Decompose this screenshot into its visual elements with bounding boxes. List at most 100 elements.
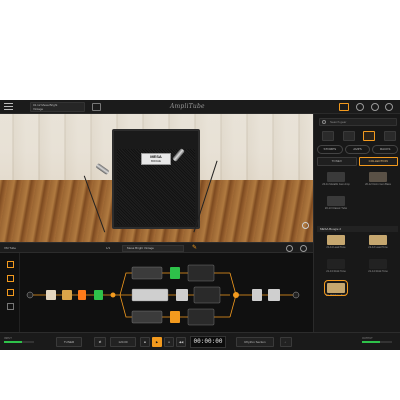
preset-name-line2: Vintage <box>33 106 44 111</box>
preset-thumbnail <box>327 259 345 269</box>
preset-thumbnail <box>327 235 345 245</box>
category-racks-icon[interactable] <box>383 131 396 141</box>
preset-card[interactable]: 20-11 Metallic Gen Amp <box>317 172 355 194</box>
tab-collection[interactable]: COLLECTION <box>358 157 398 166</box>
section-header[interactable]: MESA Boogie 2 <box>317 226 398 232</box>
io-settings-icon[interactable] <box>300 245 307 252</box>
search-placeholder: Search gear <box>330 120 347 124</box>
filter-racks[interactable]: RACKS <box>372 145 399 154</box>
output-node[interactable] <box>292 291 300 299</box>
mixer-node[interactable] <box>233 292 239 298</box>
stomp-pedal-2[interactable] <box>62 290 72 300</box>
gear-browser: Search gear STOMPS AMPS RACKS TONEX COLL… <box>313 114 400 332</box>
signal-preset-name[interactable]: Mesa Bright Vintage <box>122 245 184 252</box>
amp-top[interactable] <box>131 266 163 280</box>
stomp-icon[interactable] <box>7 275 14 282</box>
preset-thumbnail <box>324 280 348 296</box>
signal-path-sidebar <box>0 253 20 332</box>
transport-bar: INPUT TUNER ⇄ 120.00 ■ ▶ ● ◀◀ 00:00:00 R… <box>0 332 400 350</box>
amp-bottom[interactable] <box>131 310 163 324</box>
cab-top[interactable] <box>187 264 215 282</box>
split-node[interactable] <box>110 292 116 298</box>
amplitube-window: 01.12 Mesa Bright Vintage AmpliTube MESA… <box>0 100 400 350</box>
chain-index: 1/1 <box>106 246 111 250</box>
output-level-bar <box>362 341 392 343</box>
top-bar: 01.12 Mesa Bright Vintage AmpliTube <box>0 100 400 114</box>
cab-icon[interactable] <box>7 303 14 310</box>
help-icon[interactable] <box>371 103 379 111</box>
record-icon[interactable]: ● <box>164 337 174 347</box>
input-node[interactable] <box>26 291 34 299</box>
mesa-badge: MESA BOOGIE <box>141 153 171 165</box>
search-input[interactable]: Search gear <box>319 118 397 126</box>
output-meter[interactable]: OUTPUT <box>362 337 392 347</box>
category-amps-icon[interactable] <box>342 131 355 141</box>
room-control-icon[interactable] <box>302 222 309 229</box>
loop-icon[interactable]: ⇄ <box>94 337 106 347</box>
preset-card[interactable]: 21-13 Rock Tone <box>317 259 355 281</box>
cab-middle[interactable] <box>193 286 221 304</box>
preset-card-name: 20-12 Dorm Gen Bass <box>365 183 391 186</box>
gear-icon[interactable] <box>286 245 293 252</box>
signal-path-header: VM Tube 1/1 Mesa Bright Vintage ✎ <box>0 242 313 253</box>
preset-card[interactable]: 20-13 Classic Tube <box>317 196 355 218</box>
preset-card-name: 21-11 Lead Tone <box>326 246 346 249</box>
pencil-icon[interactable]: ✎ <box>192 245 199 252</box>
preset-thumbnail <box>327 172 345 182</box>
preset-card-selected[interactable]: 21-15 Mesa Tone <box>317 280 355 305</box>
filter-row: STOMPS AMPS RACKS <box>317 145 399 154</box>
preset-thumbnail <box>327 196 345 206</box>
preset-selector[interactable]: 01.12 Mesa Bright Vintage <box>30 102 85 112</box>
account-icon[interactable] <box>356 103 364 111</box>
metronome-icon[interactable]: ♩ <box>280 337 292 347</box>
record-mode-select[interactable]: Rhythm Section <box>236 337 274 347</box>
amp-icon[interactable] <box>7 289 14 296</box>
app-logo: AmpliTube <box>170 103 205 110</box>
filter-stomps[interactable]: STOMPS <box>317 145 343 154</box>
rewind-icon[interactable]: ◀◀ <box>176 337 186 347</box>
preset-card[interactable]: 21-14 Rock Tone <box>359 259 397 281</box>
settings-icon[interactable] <box>385 103 393 111</box>
bpm-field[interactable]: 120.00 <box>110 337 136 347</box>
tab-tonex[interactable]: TONEX <box>317 157 357 166</box>
tuner-button[interactable]: TUNER <box>56 337 82 347</box>
menu-icon[interactable] <box>4 103 13 111</box>
preset-thumbnail <box>369 259 387 269</box>
input-label: INPUT <box>4 337 12 340</box>
preset-card[interactable]: 21-12 Lead Tone <box>359 235 397 257</box>
category-cabs-icon[interactable] <box>363 131 376 141</box>
tuner-icon[interactable] <box>7 261 14 268</box>
input-meter[interactable]: INPUT <box>4 337 34 347</box>
save-icon[interactable] <box>92 103 101 111</box>
category-stomps-icon[interactable] <box>322 131 334 141</box>
rack-1[interactable] <box>252 289 262 301</box>
cab-bottom[interactable] <box>187 308 215 326</box>
preset-card-name: 21-13 Rock Tone <box>326 270 346 273</box>
preset-card-name: 21-15 Mesa Tone <box>326 294 346 297</box>
stomp-pedal-4[interactable] <box>94 290 103 300</box>
preset-card[interactable]: 20-12 Dorm Gen Bass <box>359 172 397 194</box>
speaker-cabinet[interactable]: MESA BOOGIE <box>112 129 200 229</box>
preset-card-name: 20-11 Metallic Gen Amp <box>322 183 350 186</box>
fx-bottom[interactable] <box>170 311 180 323</box>
output-label: OUTPUT <box>362 337 373 340</box>
input-level-bar <box>4 341 34 343</box>
fx-middle[interactable] <box>176 289 188 301</box>
preset-card-name: 20-13 Classic Tube <box>324 207 348 210</box>
stomp-pedal-1[interactable] <box>46 290 56 300</box>
preset-card-name: 21-14 Rock Tone <box>368 270 388 273</box>
rack-2[interactable] <box>268 289 280 301</box>
chain-tag[interactable]: VM Tube <box>4 246 16 250</box>
search-icon <box>322 120 326 124</box>
stomp-pedal-3[interactable] <box>78 290 86 300</box>
filter-amps[interactable]: AMPS <box>344 145 371 154</box>
preset-card[interactable]: 21-11 Lead Tone <box>317 235 355 257</box>
time-counter: 00:00:00 <box>190 336 226 348</box>
amp-middle[interactable] <box>131 288 169 302</box>
stop-icon[interactable]: ■ <box>140 337 150 347</box>
fx-top[interactable] <box>170 267 180 279</box>
play-icon[interactable]: ▶ <box>152 337 162 347</box>
tape-icon[interactable] <box>339 103 349 111</box>
category-row <box>322 131 396 141</box>
signal-path <box>0 253 313 332</box>
